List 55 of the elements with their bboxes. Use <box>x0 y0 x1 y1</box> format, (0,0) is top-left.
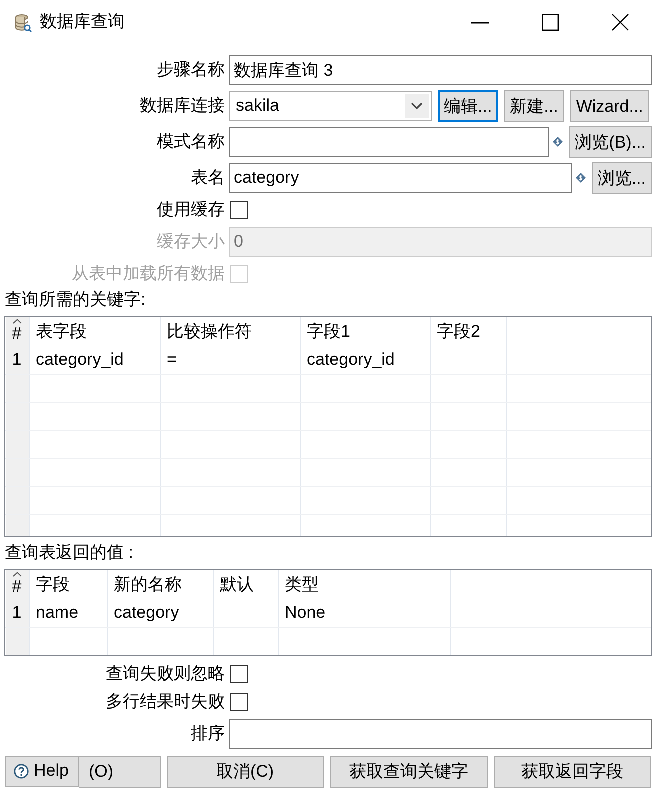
action-button[interactable]: 浏览(B)... <box>569 126 652 158</box>
field-label: 数据库连接 <box>140 96 225 115</box>
maximize-icon <box>542 14 558 31</box>
column-header[interactable]: # <box>12 324 22 345</box>
action-button[interactable]: 编辑... <box>438 90 498 122</box>
table-cell: None <box>279 600 451 627</box>
column-header[interactable]: 比较操作符 <box>161 317 301 347</box>
row-number: 1 <box>5 347 30 374</box>
input-field[interactable]: category <box>229 163 572 193</box>
field-label: 步骤名称 <box>157 60 225 79</box>
dialog-button[interactable]: 取消(C) <box>166 756 324 788</box>
table-cell: category <box>108 600 214 627</box>
column-header[interactable]: 字段 <box>30 570 108 600</box>
minimize-icon <box>471 22 489 24</box>
checkbox[interactable] <box>230 665 248 683</box>
action-button[interactable]: 新建... <box>504 90 564 122</box>
checkbox[interactable] <box>230 693 248 711</box>
column-header[interactable]: 新的名称 <box>108 570 214 600</box>
column-header[interactable]: 类型 <box>279 570 451 600</box>
dialog-button[interactable]: 获取返回字段 <box>494 756 651 788</box>
field-label: 从表中加载所有数据 <box>72 264 225 283</box>
field-label: 表名 <box>191 168 225 187</box>
table-cell: category_id <box>30 347 161 374</box>
section-label: 查询表返回的值 : <box>5 543 134 562</box>
field-label: 模式名称 <box>157 132 225 151</box>
field-label: 多行结果时失败 <box>106 692 225 711</box>
column-header[interactable]: 字段1 <box>301 317 431 347</box>
field-label: 查询失败则忽略 <box>106 664 225 683</box>
help-icon <box>14 764 29 779</box>
dropdown[interactable]: sakila <box>229 91 432 121</box>
column-header[interactable]: 默认 <box>214 570 279 600</box>
field-label: 排序 <box>191 724 225 743</box>
window-title: 数据库查询 <box>40 12 125 33</box>
database-search-icon <box>15 14 32 32</box>
help-button[interactable]: Help <box>5 756 79 787</box>
checkbox[interactable] <box>230 201 248 219</box>
table-cell: name <box>30 600 108 627</box>
column-header[interactable]: # <box>12 577 22 598</box>
table-cell: category_id <box>301 347 431 374</box>
table-cell: = <box>161 347 301 374</box>
action-button[interactable]: 浏览... <box>592 162 652 194</box>
dialog-button[interactable]: 获取查询关键字 <box>330 756 488 788</box>
input-field[interactable] <box>229 127 550 157</box>
chevron-down-icon <box>405 94 429 118</box>
column-header[interactable]: 字段2 <box>431 317 507 347</box>
input-field[interactable] <box>229 719 652 749</box>
column-header[interactable]: 表字段 <box>30 317 161 347</box>
section-label: 查询所需的关键字: <box>5 290 146 309</box>
close-icon <box>612 14 628 31</box>
field-label: 缓存大小 <box>157 232 225 251</box>
row-number: 1 <box>5 600 30 627</box>
input-field[interactable]: 数据库查询 3 <box>229 55 652 85</box>
dialog-button[interactable]: (O) <box>79 756 160 788</box>
field-label: 使用缓存 <box>157 200 225 219</box>
action-button[interactable]: Wizard... <box>570 90 650 122</box>
